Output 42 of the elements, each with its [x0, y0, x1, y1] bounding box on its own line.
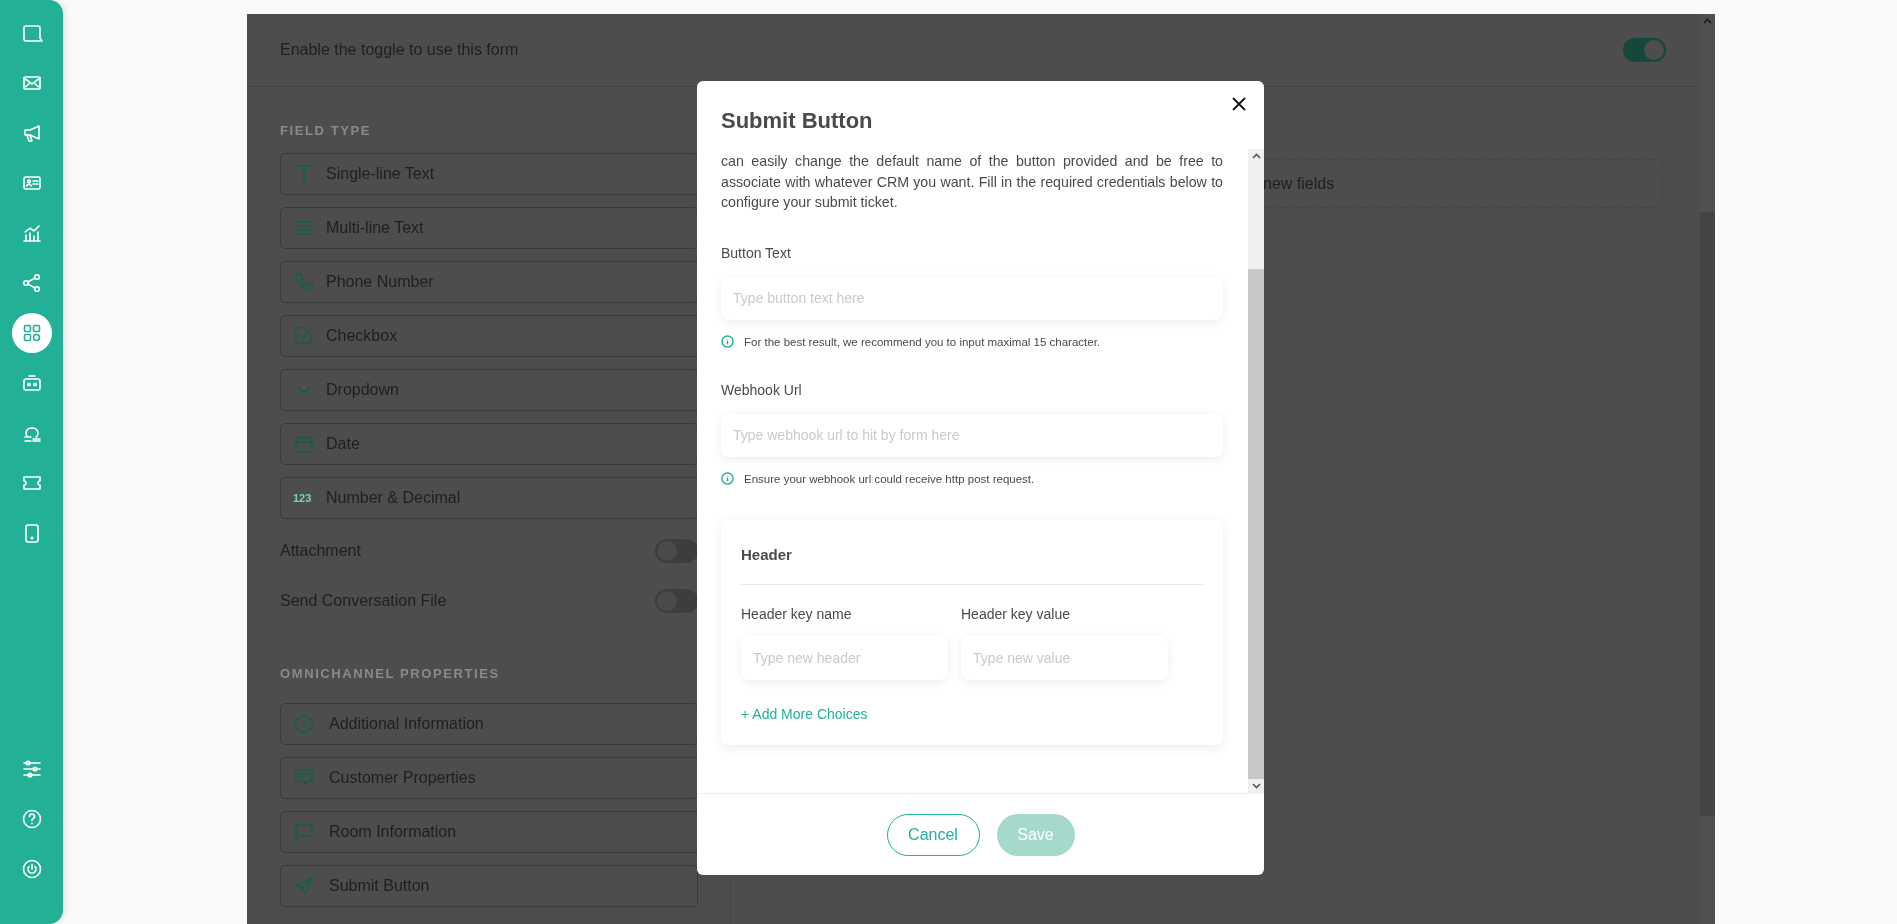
caret-up-icon[interactable] [1251, 153, 1261, 159]
power-icon [20, 858, 43, 880]
section-heading: FIELD TYPE [280, 122, 373, 140]
field-label: Webhook Url [721, 380, 803, 400]
send-icon [293, 875, 315, 897]
add-choices-link[interactable]: + Add More Choices [741, 704, 868, 723]
phone-icon [293, 271, 315, 293]
chat-icon [20, 22, 43, 44]
robot-icon [20, 372, 43, 394]
description-text: can easily change the default name of the button provided and be free to associate with whatever CRM you want. Fill in the required credentials below to configure your submit ticket. [721, 152, 1223, 212]
card-title: Header [741, 544, 1203, 585]
toggle-switch[interactable] [655, 589, 698, 613]
chat-bubble-icon [293, 821, 315, 843]
form-toggle[interactable] [1623, 38, 1666, 62]
modal-title: Submit Button [721, 107, 874, 135]
input-field[interactable]: Type button text here [721, 276, 1223, 320]
field-label: Header key name [741, 604, 853, 624]
info-icon [721, 472, 734, 485]
cancel-button[interactable]: Cancel [886, 813, 980, 856]
checkbox-icon [293, 325, 315, 347]
calendar-icon [293, 433, 315, 455]
field-label: Header key value [961, 604, 1071, 624]
text-icon [293, 163, 315, 185]
toggle-switch[interactable] [655, 539, 698, 563]
help-icon [20, 808, 43, 830]
hint-text: Ensure your webhook url could receive http post request. [744, 472, 1035, 485]
nav-item[interactable] [11, 313, 52, 353]
input-field[interactable]: Type new header [741, 635, 948, 680]
field-label: Button Text [721, 243, 792, 263]
info-icon [293, 713, 315, 735]
number-icon: 123 [293, 492, 315, 504]
chart-icon [20, 222, 43, 244]
input-field[interactable]: Type webhook url to hit by form here [721, 413, 1223, 457]
scrollbar[interactable] [1248, 149, 1264, 793]
hint-text: For the best result, we recommend you to input maximal 15 character. [744, 335, 1101, 348]
info-icon [721, 335, 734, 348]
chevron-down-icon [297, 386, 311, 394]
caret-down-icon[interactable] [1251, 783, 1261, 789]
sliders-icon [20, 758, 43, 780]
input-field[interactable]: Type new value [961, 635, 1168, 680]
section-heading: OMNICHANNEL PROPERTIES [280, 665, 501, 683]
share-icon [20, 272, 43, 294]
